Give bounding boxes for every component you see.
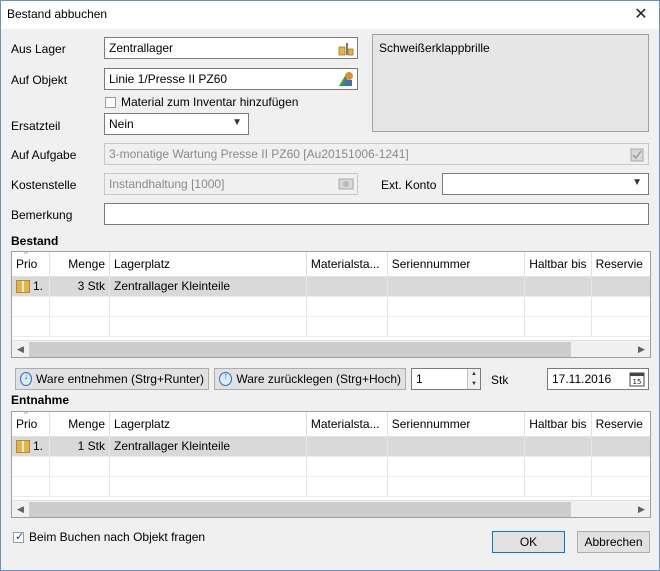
- table-row[interactable]: 1. 1 Stk Zentrallager Kleinteile: [12, 436, 650, 457]
- ask-object-label: Beim Buchen nach Objekt fragen: [29, 530, 206, 544]
- ext-konto-label: Ext. Konto: [381, 178, 437, 192]
- row-lagerplatz: Zentrallager Kleinteile: [109, 436, 307, 457]
- column-header-haltbar[interactable]: Haltbar bis: [524, 252, 592, 277]
- bemerkung-label: Bemerkung: [11, 208, 73, 222]
- chevron-down-icon: ▼: [232, 117, 242, 128]
- sort-arrow-icon: ^: [24, 411, 28, 419]
- inventar-checkbox-label: Material zum Inventar hinzufügen: [121, 95, 299, 109]
- bestand-horizontal-scrollbar[interactable]: ◀ ▶: [12, 340, 650, 357]
- row-menge: 3 Stk: [49, 276, 110, 297]
- sort-arrow-icon: ^: [24, 251, 28, 259]
- material-info-box: Schweißerklappbrille: [372, 34, 649, 132]
- column-header-menge[interactable]: Menge: [49, 412, 110, 437]
- ask-object-checkbox[interactable]: [13, 530, 24, 543]
- scroll-right-icon[interactable]: ▶: [633, 502, 650, 517]
- bestand-grid[interactable]: ^ Prio Menge Lagerplatz Materialsta... Se…: [11, 251, 651, 358]
- svg-text:15: 15: [633, 378, 642, 386]
- aus-lager-label: Aus Lager: [11, 42, 66, 56]
- unit-label: Stk: [491, 373, 509, 387]
- ware-zuruecklegen-button[interactable]: Ware zurücklegen (Strg+Hoch): [214, 368, 406, 390]
- ware-entnehmen-button[interactable]: Ware entnehmen (Strg+Runter): [15, 368, 209, 390]
- column-header-prio[interactable]: ^ Prio: [12, 411, 51, 437]
- column-header-materialstatus[interactable]: Materialsta...: [306, 252, 388, 277]
- auf-aufgabe-label: Auf Aufgabe: [11, 148, 77, 162]
- ersatzteil-select[interactable]: Nein ▼: [104, 113, 249, 135]
- window-title: Bestand abbuchen: [7, 7, 108, 21]
- row-prio: 1.: [33, 278, 44, 293]
- column-header-materialstatus[interactable]: Materialsta...: [306, 412, 388, 437]
- kostenstelle-label: Kostenstelle: [11, 178, 77, 192]
- table-row[interactable]: 1. 3 Stk Zentrallager Kleinteile: [12, 276, 650, 297]
- row-lagerplatz: Zentrallager Kleinteile: [109, 276, 307, 297]
- entnahme-header-row: ^ Prio Menge Lagerplatz Materialsta... Se…: [12, 411, 650, 437]
- entnahme-horizontal-scrollbar[interactable]: ◀ ▶: [12, 500, 650, 517]
- auf-objekt-field[interactable]: Linie 1/Presse II PZ60: [104, 68, 358, 90]
- scroll-left-icon[interactable]: ◀: [12, 502, 29, 517]
- auf-aufgabe-value: 3-monatige Wartung Presse II PZ60 [Au201…: [109, 147, 409, 161]
- scroll-right-icon[interactable]: ▶: [633, 342, 650, 357]
- arrow-down-icon: [20, 371, 33, 386]
- aus-lager-field[interactable]: Zentrallager: [104, 37, 358, 59]
- entnahme-grid[interactable]: ^ Prio Menge Lagerplatz Materialsta... Se…: [11, 411, 651, 518]
- scroll-left-icon[interactable]: ◀: [12, 342, 29, 357]
- column-header-reserviert[interactable]: Reservie: [591, 252, 650, 277]
- cancel-button[interactable]: Abbrechen: [577, 531, 650, 553]
- ersatzteil-value: Nein: [109, 117, 134, 131]
- kostenstelle-field: Instandhaltung [1000]: [104, 173, 358, 195]
- column-header-menge[interactable]: Menge: [49, 252, 110, 277]
- column-header-lagerplatz[interactable]: Lagerplatz: [109, 412, 307, 437]
- column-header-haltbar[interactable]: Haltbar bis: [524, 412, 592, 437]
- bemerkung-input[interactable]: [104, 203, 649, 225]
- box-icon: [16, 440, 30, 454]
- arrow-up-icon: [219, 371, 233, 386]
- task-picker-icon: [630, 148, 644, 162]
- column-header-seriennummer[interactable]: Seriennummer: [387, 252, 526, 277]
- dialog-window: Bestand abbuchen ✕ Aus Lager Zentrallage…: [0, 0, 660, 571]
- auf-objekt-value: Linie 1/Presse II PZ60: [109, 72, 228, 86]
- calendar-icon[interactable]: 15: [628, 370, 646, 388]
- close-icon[interactable]: ✕: [631, 5, 651, 25]
- auf-aufgabe-field: 3-monatige Wartung Presse II PZ60 [Au201…: [104, 143, 649, 165]
- column-header-reserviert[interactable]: Reservie: [591, 412, 650, 437]
- quantity-value: 1: [416, 372, 423, 386]
- box-icon: [16, 280, 30, 294]
- title-bar: Bestand abbuchen ✕: [1, 1, 659, 29]
- quantity-stepper[interactable]: 1 ▲ ▼: [411, 368, 481, 390]
- cost-center-picker-icon: [338, 178, 354, 190]
- auf-objekt-label: Auf Objekt: [11, 73, 68, 87]
- date-picker[interactable]: 17.11.2016 15: [547, 368, 649, 390]
- aus-lager-value: Zentrallager: [109, 41, 174, 55]
- ware-entnehmen-label: Ware entnehmen (Strg+Runter): [36, 372, 204, 386]
- chevron-down-icon: ▼: [632, 177, 642, 188]
- ok-button[interactable]: OK: [492, 531, 565, 553]
- inventar-checkbox[interactable]: [105, 97, 116, 108]
- spin-up-icon[interactable]: ▲: [467, 369, 480, 379]
- ext-konto-select[interactable]: ▼: [442, 173, 649, 195]
- column-header-lagerplatz[interactable]: Lagerplatz: [109, 252, 307, 277]
- material-name: Schweißerklappbrille: [379, 41, 490, 55]
- bestand-header-row: ^ Prio Menge Lagerplatz Materialsta... Se…: [12, 251, 650, 277]
- kostenstelle-value: Instandhaltung [1000]: [109, 177, 225, 191]
- column-header-prio[interactable]: ^ Prio: [12, 251, 51, 277]
- row-prio: 1.: [33, 438, 44, 453]
- entnahme-heading: Entnahme: [11, 393, 70, 407]
- column-header-seriennummer[interactable]: Seriennummer: [387, 412, 526, 437]
- ware-zuruecklegen-label: Ware zurücklegen (Strg+Hoch): [236, 372, 401, 386]
- date-value: 17.11.2016: [552, 372, 612, 386]
- scrollbar-thumb[interactable]: [29, 342, 571, 357]
- scrollbar-thumb[interactable]: [29, 502, 571, 517]
- spin-down-icon[interactable]: ▼: [467, 379, 480, 389]
- ersatzteil-label: Ersatzteil: [11, 119, 61, 133]
- object-picker-icon[interactable]: [337, 70, 355, 88]
- bestand-heading: Bestand: [11, 234, 59, 248]
- row-menge: 1 Stk: [49, 436, 110, 457]
- warehouse-picker-icon[interactable]: [337, 39, 355, 57]
